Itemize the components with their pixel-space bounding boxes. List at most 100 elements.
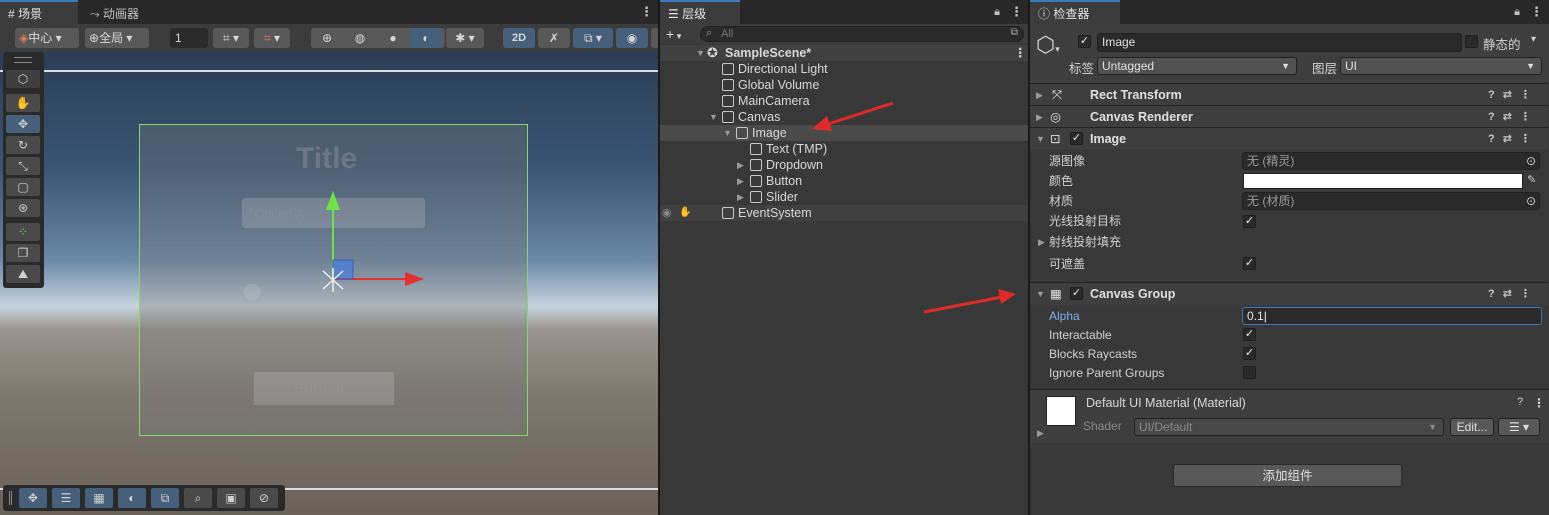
material-menu-icon[interactable]: ⋮ [1533, 396, 1545, 410]
lighting-button[interactable]: ◐ [410, 28, 442, 48]
bottom-drag-handle[interactable] [9, 491, 12, 505]
tab-scene[interactable]: # 场景 [0, 0, 78, 24]
component-actions-icons[interactable]: ?⇄⋮ [1488, 128, 1539, 150]
shader-edit-button[interactable]: Edit... [1450, 418, 1494, 436]
rect-tool[interactable]: ▢ [6, 178, 40, 196]
overlay-compass-button[interactable]: ⊘ [250, 488, 278, 508]
color-swatch[interactable] [1243, 173, 1523, 189]
active-checkbox[interactable]: ✓ [1078, 35, 1091, 48]
visibility-eye-icon[interactable]: ◉ [662, 205, 672, 221]
overlay-search-button[interactable]: ⌕ [184, 488, 212, 508]
search-type-icon[interactable]: ⧉ [1011, 27, 1018, 38]
object-picker-icon[interactable]: ⊙ [1526, 153, 1536, 169]
component-actions-icons[interactable]: ?⇄⋮ [1488, 106, 1539, 128]
expand-arrow-icon[interactable]: ▶ [1038, 232, 1045, 252]
static-checkbox[interactable] [1465, 35, 1478, 48]
tab-hierarchy[interactable]: ☰ 层级 [660, 0, 740, 24]
hierarchy-item[interactable]: ▶ Button [660, 173, 1028, 189]
overlay-move-button[interactable]: ✥ [19, 488, 47, 508]
scale-tool[interactable]: ⤡ [6, 157, 40, 175]
component-actions-icons[interactable]: ?⇄⋮ [1488, 283, 1539, 305]
create-button[interactable]: + ▾ [666, 25, 692, 43]
tab-animator[interactable]: ⤳ 动画器 [82, 0, 162, 24]
palette-drag-handle[interactable] [14, 57, 32, 63]
scene-menu-icon[interactable]: ⋮ [1014, 45, 1027, 61]
interactable-checkbox[interactable]: ✓ [1243, 328, 1256, 341]
object-cube-icon[interactable]: ⬡▾ [1036, 32, 1060, 58]
material-expand-arrow-icon[interactable]: ▶ [1037, 428, 1044, 439]
eyedropper-icon[interactable]: ✎ [1527, 173, 1536, 186]
visibility-button[interactable]: ◉ [616, 28, 648, 48]
hand-tool[interactable]: ✋ [6, 94, 40, 112]
hierarchy-item-scene[interactable]: ▼ ✪ SampleScene* ⋮ [660, 45, 1028, 61]
component-rect-transform[interactable]: ▶ ⤧ Rect Transform ?⇄⋮ [1030, 83, 1548, 105]
overlay-camera-button[interactable]: ▣ [217, 488, 245, 508]
layer-dropdown[interactable]: UI ▼ [1340, 57, 1542, 75]
grid-snap-button[interactable]: ⌗ ▾ [213, 28, 249, 48]
pivot-dropdown[interactable]: ◈中心 ▾ [15, 28, 79, 48]
raycast-padding-row[interactable]: ▶ 射线投射填充 [1034, 232, 1544, 252]
more-button[interactable] [651, 28, 658, 48]
collapse-arrow-icon[interactable]: ▼ [1036, 128, 1045, 150]
expand-arrow-icon[interactable]: ▼ [696, 45, 705, 61]
tab-inspector[interactable]: ⓘ 检查器 [1030, 0, 1120, 24]
debug-button[interactable]: ✱ ▾ [446, 28, 484, 48]
source-image-field[interactable]: 无 (精灵) ⊙ [1242, 152, 1540, 170]
transform-tool[interactable]: ⊛ [6, 199, 40, 217]
rotate-tool[interactable]: ↻ [6, 136, 40, 154]
space-dropdown[interactable]: ⊕全局 ▾ [85, 28, 149, 48]
shaded-button[interactable]: ● [377, 28, 409, 48]
collapse-arrow-icon[interactable]: ▶ [1036, 106, 1043, 128]
static-dropdown-icon[interactable]: ▾ [1531, 34, 1536, 45]
hierarchy-search-input[interactable]: ⌕ All ⧉ [700, 26, 1024, 42]
inspector-menu-icon[interactable]: ⋮ [1530, 4, 1543, 20]
lock-icon[interactable]: 🔒︎ [992, 4, 1002, 20]
increment-field[interactable]: 1 [170, 28, 208, 48]
raycast-target-checkbox[interactable]: ✓ [1243, 215, 1256, 228]
material-preview-swatch[interactable] [1046, 396, 1076, 426]
overlay-lighting-button[interactable]: ◐ [118, 488, 146, 508]
object-picker-icon[interactable]: ⊙ [1526, 193, 1536, 209]
shader-dropdown[interactable]: UI/Default ▼ [1134, 418, 1444, 436]
audio-toggle-button[interactable]: ✗ [538, 28, 570, 48]
object-name-input[interactable]: Image [1097, 33, 1462, 52]
scene-menu-icon[interactable]: ⋮ [640, 4, 653, 20]
canvas-group-enabled-checkbox[interactable]: ✓ [1070, 287, 1083, 300]
hierarchy-item[interactable]: Directional Light [660, 61, 1028, 77]
hierarchy-item[interactable]: ◉ ✋ EventSystem [660, 205, 1028, 221]
effects-button[interactable]: ⧉ ▾ [573, 28, 613, 48]
move-gizmo[interactable] [318, 186, 428, 296]
shaded-wireframe-button[interactable]: ◍ [344, 28, 376, 48]
image-enabled-checkbox[interactable]: ✓ [1070, 132, 1083, 145]
view-cube-tool[interactable]: ⬡ [6, 70, 40, 88]
terrain-tool[interactable]: ⛰ [6, 265, 40, 283]
alpha-input[interactable]: 0.1| [1242, 307, 1542, 325]
component-image[interactable]: ▼ ⊡ ✓ Image ?⇄⋮ [1030, 127, 1548, 149]
hierarchy-item[interactable]: ▶ Slider [660, 189, 1028, 205]
overlay-grid-button[interactable]: ▦ [85, 488, 113, 508]
hierarchy-item[interactable]: Global Volume [660, 77, 1028, 93]
component-canvas-renderer[interactable]: ▶ ◎ Canvas Renderer ?⇄⋮ [1030, 105, 1548, 127]
ignore-parent-checkbox[interactable] [1243, 366, 1256, 379]
expand-arrow-icon[interactable]: ▶ [737, 189, 744, 205]
material-field[interactable]: 无 (材质) ⊙ [1242, 192, 1540, 210]
hierarchy-item[interactable]: ▶ Dropdown [660, 157, 1028, 173]
component-canvas-group[interactable]: ▼ ▦ ✓ Canvas Group ?⇄⋮ [1030, 282, 1548, 305]
component-actions-icons[interactable]: ?⇄⋮ [1488, 84, 1539, 106]
shader-options-button[interactable]: ☰ ▾ [1498, 418, 1540, 436]
lock-icon[interactable]: 🔒︎ [1512, 4, 1522, 20]
expand-arrow-icon[interactable]: ▶ [737, 157, 744, 173]
add-component-button[interactable]: 添加组件 [1173, 464, 1402, 487]
pick-hand-icon[interactable]: ✋ [679, 205, 691, 221]
collapse-arrow-icon[interactable]: ▶ [1036, 84, 1043, 106]
component-tool[interactable]: ❐ [6, 244, 40, 262]
snap-settings-button[interactable]: ⌗ ▾ [254, 28, 290, 48]
move-tool[interactable]: ✥ [6, 115, 40, 133]
blocks-raycasts-checkbox[interactable]: ✓ [1243, 347, 1256, 360]
custom-tool[interactable]: ⁘ [6, 223, 40, 241]
hierarchy-menu-icon[interactable]: ⋮ [1010, 4, 1023, 20]
collapse-arrow-icon[interactable]: ▼ [1036, 283, 1045, 305]
expand-arrow-icon[interactable]: ▶ [737, 173, 744, 189]
wireframe-button[interactable]: ⊕ [311, 28, 343, 48]
hierarchy-item[interactable]: Text (TMP) [660, 141, 1028, 157]
